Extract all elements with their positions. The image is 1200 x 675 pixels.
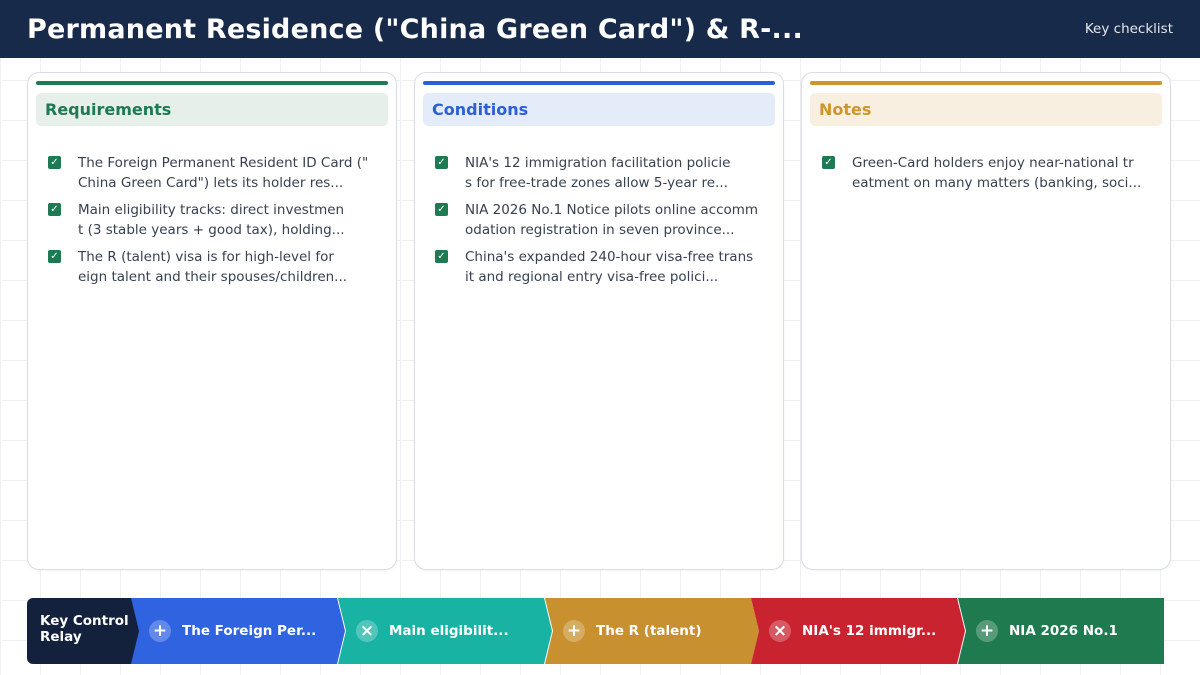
- card-title: Requirements: [36, 93, 388, 126]
- page-title: Permanent Residence ("China Green Card")…: [27, 13, 803, 45]
- card-requirements: Requirements ✓ The Foreign Permanent Resid…: [27, 72, 397, 570]
- checkbox-checked-icon[interactable]: ✓: [822, 156, 835, 169]
- card-title: Notes: [810, 93, 1162, 126]
- plus-icon: +: [563, 620, 585, 642]
- list-item-text: Main eligibility tracks: direct investme…: [78, 202, 345, 238]
- list-item: ✓ The Foreign Permanent Resident ID Card …: [48, 153, 382, 193]
- list-item: ✓ Main eligibility tracks: direct investm…: [48, 200, 382, 240]
- plus-icon: +: [976, 620, 998, 642]
- card-accent-bar: [423, 81, 775, 85]
- checkbox-checked-icon[interactable]: ✓: [435, 250, 448, 263]
- relay-segment-label: The Foreign Per...: [182, 623, 317, 639]
- list-item-text: China's expanded 240-hour visa-free tran…: [465, 249, 754, 285]
- key-control-relay: Key Control Relay + The Foreign Per... × Ma…: [27, 598, 1164, 664]
- relay-segment[interactable]: × Main eligibilit...: [338, 598, 552, 664]
- relay-segment-label: NIA 2026 No.1: [1009, 623, 1118, 639]
- page-subtitle: Key checklist: [1084, 21, 1173, 37]
- relay-segment-label: Main eligibilit...: [389, 623, 509, 639]
- list-item-text: The Foreign Permanent Resident ID Card (…: [78, 155, 369, 191]
- close-icon: ×: [769, 620, 791, 642]
- list-item: ✓ NIA's 12 immigration facilitation polic…: [435, 153, 769, 193]
- plus-icon: +: [149, 620, 171, 642]
- list-item-text: Green-Card holders enjoy near-national t…: [852, 155, 1142, 191]
- relay-segment-label: NIA's 12 immigr...: [802, 623, 937, 639]
- list-item: ✓ Green-Card holders enjoy near-national …: [822, 153, 1156, 193]
- list-item: ✓ China's expanded 240-hour visa-free tra…: [435, 247, 769, 287]
- header: Permanent Residence ("China Green Card")…: [0, 0, 1200, 58]
- checklist: ✓ The Foreign Permanent Resident ID Card …: [48, 153, 382, 294]
- checkbox-checked-icon[interactable]: ✓: [48, 203, 61, 216]
- list-item: ✓ NIA 2026 No.1 Notice pilots online acco…: [435, 200, 769, 240]
- relay-segment-label: The R (talent): [596, 623, 702, 639]
- list-item-text: NIA's 12 immigration facilitation polici…: [465, 155, 731, 191]
- card-conditions: Conditions ✓ NIA's 12 immigration facilita…: [414, 72, 784, 570]
- checkbox-checked-icon[interactable]: ✓: [435, 156, 448, 169]
- checklist: ✓ Green-Card holders enjoy near-national …: [822, 153, 1156, 200]
- card-accent-bar: [810, 81, 1162, 85]
- relay-label: Key Control Relay: [27, 598, 142, 664]
- checklist: ✓ NIA's 12 immigration facilitation polic…: [435, 153, 769, 294]
- card-notes: Notes ✓ Green-Card holders enjoy near-nati…: [801, 72, 1171, 570]
- relay-segment[interactable]: + The R (talent): [545, 598, 759, 664]
- relay-segment[interactable]: + NIA 2026 No.1: [958, 598, 1164, 664]
- relay-segment[interactable]: + The Foreign Per...: [131, 598, 345, 664]
- relay-segment[interactable]: × NIA's 12 immigr...: [751, 598, 965, 664]
- close-icon: ×: [356, 620, 378, 642]
- card-title: Conditions: [423, 93, 775, 126]
- checkbox-checked-icon[interactable]: ✓: [48, 250, 61, 263]
- list-item-text: The R (talent) visa is for high-level fo…: [78, 249, 348, 285]
- list-item: ✓ The R (talent) visa is for high-level f…: [48, 247, 382, 287]
- list-item-text: NIA 2026 No.1 Notice pilots online accom…: [465, 202, 759, 238]
- checkbox-checked-icon[interactable]: ✓: [435, 203, 448, 216]
- checkbox-checked-icon[interactable]: ✓: [48, 156, 61, 169]
- card-accent-bar: [36, 81, 388, 85]
